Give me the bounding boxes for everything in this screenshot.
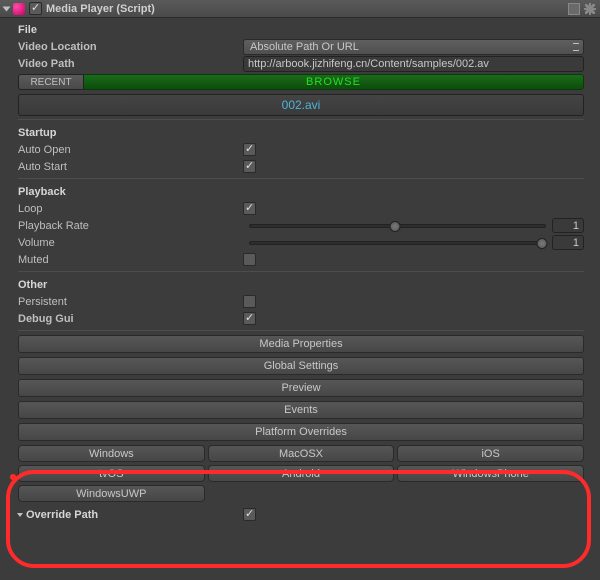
- help-icon[interactable]: [568, 3, 580, 15]
- override-path-checkbox[interactable]: [243, 508, 256, 521]
- video-location-label: Video Location: [18, 41, 243, 53]
- auto-start-label: Auto Start: [18, 161, 243, 173]
- video-location-dropdown[interactable]: Absolute Path Or URL: [243, 39, 584, 55]
- playback-rate-value[interactable]: 1: [552, 218, 584, 233]
- script-icon: [13, 3, 25, 15]
- other-section-header: Other: [18, 275, 584, 293]
- loop-label: Loop: [18, 203, 243, 215]
- slider-thumb[interactable]: [389, 221, 400, 232]
- component-enabled-toggle[interactable]: [29, 2, 42, 15]
- divider: [18, 178, 584, 179]
- video-location-value: Absolute Path Or URL: [250, 41, 359, 53]
- platform-windowsuwp-button[interactable]: WindowsUWP: [18, 485, 205, 502]
- override-path-label: Override Path: [26, 509, 98, 521]
- persistent-label: Persistent: [18, 296, 243, 308]
- foldout-icon[interactable]: [17, 513, 23, 517]
- preview-button[interactable]: Preview: [18, 379, 584, 397]
- platform-tvos-button[interactable]: tvOS: [18, 465, 205, 482]
- events-button[interactable]: Events: [18, 401, 584, 419]
- video-path-label: Video Path: [18, 58, 243, 70]
- playback-rate-label: Playback Rate: [18, 220, 243, 232]
- browse-button[interactable]: BROWSE: [84, 74, 584, 90]
- startup-section-header: Startup: [18, 123, 584, 141]
- media-properties-button[interactable]: Media Properties: [18, 335, 584, 353]
- slider-thumb[interactable]: [537, 238, 548, 249]
- playback-rate-slider[interactable]: [249, 224, 546, 228]
- platform-windowsphone-button[interactable]: WindowsPhone: [397, 465, 584, 482]
- platform-android-button[interactable]: Android: [208, 465, 395, 482]
- muted-checkbox[interactable]: [243, 253, 256, 266]
- platform-ios-button[interactable]: iOS: [397, 445, 584, 462]
- debug-gui-label: Debug Gui: [18, 313, 243, 325]
- divider: [18, 271, 584, 272]
- current-filename: 002.avi: [282, 98, 321, 112]
- video-path-input[interactable]: [243, 56, 584, 72]
- divider: [18, 330, 584, 331]
- platform-windows-button[interactable]: Windows: [18, 445, 205, 462]
- platform-overrides-button[interactable]: Platform Overrides: [18, 423, 584, 441]
- loop-checkbox[interactable]: [243, 202, 256, 215]
- file-section-header: File: [18, 20, 584, 38]
- muted-label: Muted: [18, 254, 243, 266]
- recent-button[interactable]: RECENT: [18, 74, 84, 90]
- debug-gui-checkbox[interactable]: [243, 312, 256, 325]
- foldout-icon[interactable]: [3, 6, 11, 11]
- volume-label: Volume: [18, 237, 243, 249]
- volume-value[interactable]: 1: [552, 235, 584, 250]
- playback-section-header: Playback: [18, 182, 584, 200]
- divider: [18, 119, 584, 120]
- current-file-bar[interactable]: 002.avi: [18, 94, 584, 116]
- volume-slider[interactable]: [249, 241, 546, 245]
- auto-start-checkbox[interactable]: [243, 160, 256, 173]
- global-settings-button[interactable]: Global Settings: [18, 357, 584, 375]
- platform-grid: Windows MacOSX iOS tvOS Android WindowsP…: [18, 445, 584, 502]
- component-title: Media Player (Script): [46, 3, 155, 15]
- component-header[interactable]: Media Player (Script): [0, 0, 600, 18]
- platform-macosx-button[interactable]: MacOSX: [208, 445, 395, 462]
- gear-icon[interactable]: [584, 3, 596, 15]
- persistent-checkbox[interactable]: [243, 295, 256, 308]
- auto-open-checkbox[interactable]: [243, 143, 256, 156]
- auto-open-label: Auto Open: [18, 144, 243, 156]
